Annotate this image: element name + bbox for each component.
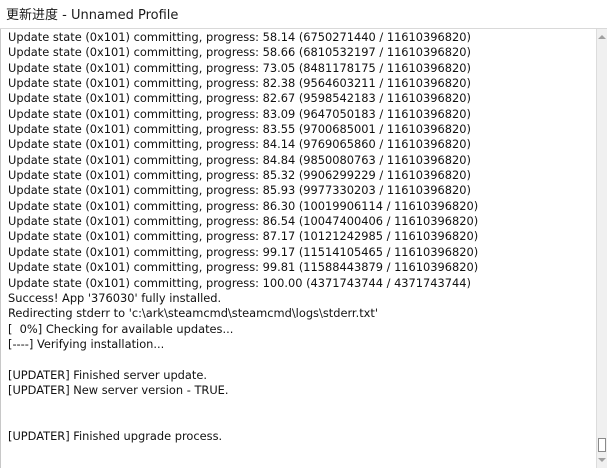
log-line: [ 0%] Checking for available updates... [8, 321, 234, 336]
log-line: Update state (0x101) committing, progres… [8, 76, 471, 91]
window-title: 更新进度 - Unnamed Profile [6, 8, 179, 23]
scroll-up-button[interactable] [597, 31, 607, 43]
log-line: Update state (0x101) committing, progres… [8, 152, 471, 167]
vertical-scrollbar[interactable] [596, 29, 607, 468]
log-line: Redirecting stderr to 'c:\ark\steamcmd\s… [8, 306, 378, 321]
log-line: Update state (0x101) committing, progres… [8, 45, 471, 60]
log-line: Update state (0x101) committing, progres… [8, 30, 471, 44]
log-line: Update state (0x101) committing, progres… [8, 229, 479, 244]
chevron-down-icon [598, 458, 606, 462]
log-text: Update state (0x101) committing, progres… [8, 30, 478, 444]
log-line: [----] Verifying installation... [8, 336, 165, 351]
chevron-up-icon [598, 35, 606, 39]
log-line: [UPDATER] Finished upgrade process. [8, 428, 223, 443]
log-line: Update state (0x101) committing, progres… [8, 60, 471, 75]
log-line: Update state (0x101) committing, progres… [8, 91, 471, 106]
log-output-area[interactable]: Update state (0x101) committing, progres… [0, 29, 596, 468]
log-line: Update state (0x101) committing, progres… [8, 137, 471, 152]
log-line: Update state (0x101) committing, progres… [8, 214, 479, 229]
log-line: Success! App '376030' fully installed. [8, 290, 222, 305]
progress-window: 更新进度 - Unnamed Profile Update state (0x1… [0, 0, 607, 468]
log-line: Update state (0x101) committing, progres… [8, 168, 471, 183]
log-line: Update state (0x101) committing, progres… [8, 260, 479, 275]
log-line: Update state (0x101) committing, progres… [8, 244, 479, 259]
title-bar[interactable]: 更新进度 - Unnamed Profile [0, 0, 607, 29]
scroll-down-button[interactable] [597, 454, 607, 466]
log-line: [UPDATER] Finished server update. [8, 367, 207, 382]
log-line: [UPDATER] New server version - TRUE. [8, 382, 229, 397]
log-line: Update state (0x101) committing, progres… [8, 198, 479, 213]
scroll-thumb[interactable] [598, 438, 606, 452]
log-line: Update state (0x101) committing, progres… [8, 122, 471, 137]
log-line: Update state (0x101) committing, progres… [8, 106, 471, 121]
log-line: Update state (0x101) committing, progres… [8, 275, 471, 290]
log-line: Update state (0x101) committing, progres… [8, 183, 471, 198]
